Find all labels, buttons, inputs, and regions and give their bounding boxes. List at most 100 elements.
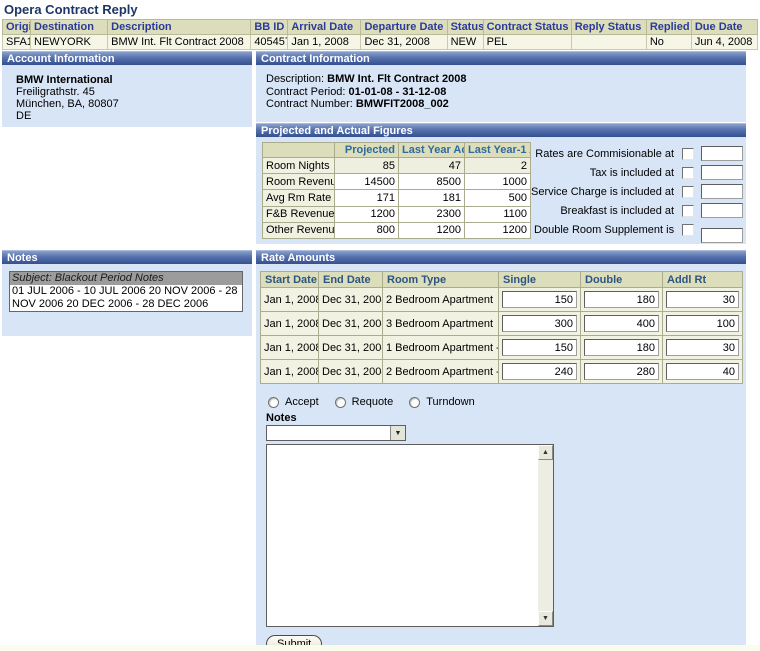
reply-decision-radios: Accept Requote Turndown (268, 396, 742, 408)
breakfast-included-checkbox[interactable] (682, 205, 694, 217)
single-rate-input[interactable] (502, 363, 577, 380)
option-row: Service Charge is included at (531, 182, 743, 201)
cell-bb-id: 405457 (251, 35, 288, 50)
single-rate-input[interactable] (502, 339, 577, 356)
selected-value (267, 426, 390, 440)
cell-description: BMW Int. Flt Contract 2008 (108, 35, 251, 50)
rate-amounts-header: Rate Amounts (256, 250, 746, 264)
rate-room-type: 1 Bedroom Apartment - Twi (383, 336, 499, 360)
proj-header-last-year-1: Last Year-1 Act. (465, 143, 531, 158)
contract-information-body: Description: BMW Int. Flt Contract 2008 … (256, 65, 746, 122)
column-header-destination: Destination (31, 20, 108, 35)
column-header-origin: Origin (3, 20, 31, 35)
contract-information-header: Contract Information (256, 51, 746, 65)
cell-reply-status (571, 35, 646, 50)
contract-period-label: Contract Period: (266, 86, 345, 98)
proj-value: 47 (399, 158, 465, 174)
reply-notes-label: Notes (266, 412, 742, 424)
column-header-due-date: Due Date (691, 20, 757, 35)
proj-value: 1100 (465, 206, 531, 222)
proj-value: 14500 (335, 174, 399, 190)
page-title: Opera Contract Reply (4, 2, 138, 17)
service-charge-input[interactable] (701, 184, 743, 199)
breakfast-included-input[interactable] (701, 203, 743, 218)
addl-rate-input[interactable] (666, 315, 739, 332)
addl-rate-input[interactable] (666, 363, 739, 380)
proj-value: 1200 (335, 206, 399, 222)
notes-category-select[interactable]: ▼ (266, 425, 406, 441)
chevron-down-icon[interactable]: ▼ (390, 426, 405, 440)
double-rate-input[interactable] (584, 363, 659, 380)
turndown-label: Turndown (426, 396, 475, 408)
column-header-departure-date: Departure Date (361, 20, 447, 35)
proj-row-label: F&B Revenue (263, 206, 335, 222)
double-room-supplement-input[interactable] (701, 228, 743, 243)
contract-information-panel: Contract Information Description: BMW In… (256, 51, 746, 122)
account-information-panel: Account Information BMW International Fr… (2, 51, 252, 127)
proj-value: 85 (335, 158, 399, 174)
double-rate-input[interactable] (584, 339, 659, 356)
rate-start-date: Jan 1, 2008 (261, 336, 319, 360)
table-row: Room Revenue 14500 8500 1000 (263, 174, 531, 190)
blackout-notes-box: Subject: Blackout Period Notes 01 JUL 20… (9, 271, 243, 312)
double-rate-input[interactable] (584, 315, 659, 332)
rate-room-type: 2 Bedroom Apartment (383, 288, 499, 312)
textarea-scrollbar[interactable]: ▲ ▼ (538, 445, 553, 626)
proj-value: 2300 (399, 206, 465, 222)
proj-value: 1000 (465, 174, 531, 190)
scroll-down-icon[interactable]: ▼ (538, 611, 553, 626)
blackout-dates-text: 01 JUL 2006 - 10 JUL 2006 20 NOV 2006 - … (10, 285, 242, 311)
cell-replied: No (646, 35, 691, 50)
accept-radio[interactable] (268, 397, 279, 408)
double-rate-input[interactable] (584, 291, 659, 308)
contract-description-line: Description: BMW Int. Flt Contract 2008 (266, 73, 746, 86)
table-row: Other Revenue 800 1200 1200 (263, 222, 531, 238)
reply-notes-area: ▲ ▼ (266, 444, 554, 627)
turndown-radio[interactable] (409, 397, 420, 408)
rate-start-date: Jan 1, 2008 (261, 288, 319, 312)
contract-description-value: BMW Int. Flt Contract 2008 (327, 73, 466, 85)
requote-label: Requote (352, 396, 394, 408)
contract-period-value: 01-01-08 - 31-12-08 (349, 86, 447, 98)
requote-radio[interactable] (335, 397, 346, 408)
account-address-line2: München, BA, 80807 (16, 98, 252, 110)
addl-rate-input[interactable] (666, 291, 739, 308)
projected-figures-body: Projected Last Year Act. Last Year-1 Act… (256, 137, 746, 244)
single-rate-input[interactable] (502, 291, 577, 308)
proj-value: 500 (465, 190, 531, 206)
rate-start-date: Jan 1, 2008 (261, 360, 319, 384)
table-row: Jan 1, 2008 Dec 31, 2008 2 Bedroom Apart… (261, 288, 743, 312)
service-charge-label: Service Charge is included at (531, 186, 674, 198)
column-header-bb-id: BB ID (251, 20, 288, 35)
table-row: Jan 1, 2008 Dec 31, 2008 1 Bedroom Apart… (261, 336, 743, 360)
contract-period-line: Contract Period: 01-01-08 - 31-12-08 (266, 86, 746, 99)
commissionable-checkbox[interactable] (682, 148, 694, 160)
contract-number-line: Contract Number: BMWFIT2008_002 (266, 98, 746, 111)
tax-included-checkbox[interactable] (682, 167, 694, 179)
double-room-supplement-checkbox[interactable] (682, 224, 694, 236)
commissionable-label: Rates are Commisionable at (535, 148, 674, 160)
proj-value: 8500 (399, 174, 465, 190)
cell-departure-date: Dec 31, 2008 (361, 35, 447, 50)
rate-end-date: Dec 31, 2008 (319, 360, 383, 384)
addl-rate-input[interactable] (666, 339, 739, 356)
proj-value: 171 (335, 190, 399, 206)
option-row: Double Room Supplement is (531, 220, 743, 239)
proj-value: 800 (335, 222, 399, 238)
commissionable-input[interactable] (701, 146, 743, 161)
table-row: Jan 1, 2008 Dec 31, 2008 3 Bedroom Apart… (261, 312, 743, 336)
contract-options: Rates are Commisionable at Tax is includ… (531, 142, 743, 244)
rate-amounts-body: Start Date End Date Room Type Single Dou… (256, 264, 746, 646)
tax-included-input[interactable] (701, 165, 743, 180)
proj-row-label: Avg Rm Rate (263, 190, 335, 206)
table-row: Room Nights 85 47 2 (263, 158, 531, 174)
proj-row-label: Room Nights (263, 158, 335, 174)
column-header-replied: Replied (646, 20, 691, 35)
single-rate-input[interactable] (502, 315, 577, 332)
reply-notes-textarea[interactable] (266, 444, 554, 627)
notes-subject-row[interactable]: Subject: Blackout Period Notes (10, 272, 242, 285)
page-bottom-strip (0, 645, 760, 651)
service-charge-checkbox[interactable] (682, 186, 694, 198)
scroll-up-icon[interactable]: ▲ (538, 445, 553, 460)
opera-contract-reply-page: Opera Contract Reply Origin Destination … (0, 0, 760, 651)
